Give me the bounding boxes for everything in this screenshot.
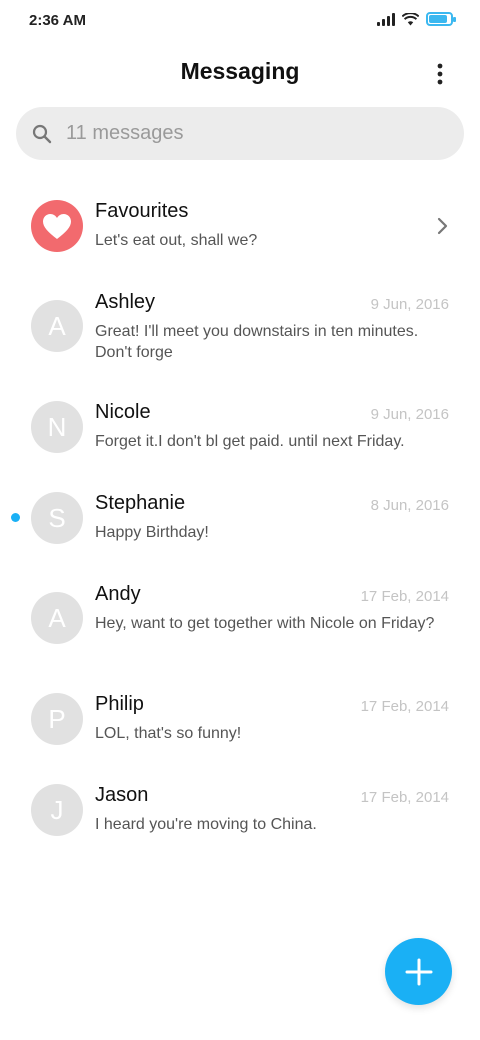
- page-title: Messaging: [180, 58, 300, 84]
- contact-name: Ashley: [95, 291, 156, 313]
- status-time: 2:36 AM: [29, 12, 86, 29]
- favourites-item[interactable]: Favourites Let's eat out, shall we?: [0, 180, 480, 270]
- message-preview: Hey, want to get together with Nicole on…: [95, 615, 435, 632]
- message-date: 8 Jun, 2016: [370, 497, 449, 514]
- new-message-button[interactable]: [385, 938, 452, 1005]
- plus-icon: [405, 958, 432, 985]
- contact-name: Andy: [95, 583, 141, 605]
- more-vertical-icon: [437, 63, 443, 85]
- conversation-item[interactable]: A Ashley 9 Jun, 2016 Great! I'll meet yo…: [0, 271, 480, 381]
- avatar: N: [31, 401, 83, 453]
- avatar: A: [31, 592, 83, 644]
- status-icons: [377, 12, 456, 26]
- message-preview: Forget it.I don't bl get paid. until nex…: [95, 433, 405, 450]
- wifi-icon: [402, 12, 419, 25]
- conversation-item[interactable]: J Jason 17 Feb, 2014 I heard you're movi…: [0, 764, 480, 854]
- message-date: 17 Feb, 2014: [360, 789, 449, 806]
- message-preview: Happy Birthday!: [95, 524, 209, 541]
- contact-name: Philip: [95, 693, 144, 715]
- conversation-item[interactable]: P Philip 17 Feb, 2014 LOL, that's so fun…: [0, 673, 480, 763]
- conversation-item[interactable]: A Andy 17 Feb, 2014 Hey, want to get tog…: [0, 563, 480, 673]
- message-date: 9 Jun, 2016: [370, 296, 449, 313]
- search-input[interactable]: [66, 122, 426, 145]
- favourites-preview: Let's eat out, shall we?: [95, 232, 258, 249]
- avatar: S: [31, 492, 83, 544]
- chevron-right-icon: [437, 217, 448, 235]
- conversation-item[interactable]: S Stephanie 8 Jun, 2016 Happy Birthday!: [0, 472, 480, 562]
- battery-level: [429, 15, 447, 23]
- favourites-avatar: [31, 200, 83, 252]
- more-options-button[interactable]: [422, 56, 458, 92]
- favourites-name: Favourites: [95, 200, 189, 222]
- contact-name: Jason: [95, 784, 149, 806]
- conversation-item[interactable]: N Nicole 9 Jun, 2016 Forget it.I don't b…: [0, 381, 480, 471]
- contact-name: Stephanie: [95, 492, 186, 514]
- contact-name: Nicole: [95, 401, 151, 423]
- search-icon: [32, 124, 52, 143]
- battery-icon: [426, 12, 456, 26]
- messaging-screen: 2:36 AM Messaging 11 messages Favourites…: [0, 0, 480, 1040]
- avatar: A: [31, 300, 83, 352]
- message-preview: LOL, that's so funny!: [95, 725, 242, 742]
- message-preview: Great! I'll meet you downstairs in ten m…: [95, 323, 419, 361]
- avatar: J: [31, 784, 83, 836]
- message-date: 17 Feb, 2014: [360, 698, 449, 715]
- unread-indicator: [11, 513, 20, 522]
- app-header: Messaging: [0, 48, 480, 98]
- avatar: P: [31, 693, 83, 745]
- message-preview: I heard you're moving to China.: [95, 816, 317, 833]
- heart-icon: [43, 213, 71, 239]
- search-bar[interactable]: [16, 107, 464, 160]
- signal-icon: [377, 12, 395, 26]
- status-bar: 2:36 AM: [0, 0, 480, 44]
- message-date: 17 Feb, 2014: [360, 588, 449, 605]
- message-date: 9 Jun, 2016: [370, 406, 449, 423]
